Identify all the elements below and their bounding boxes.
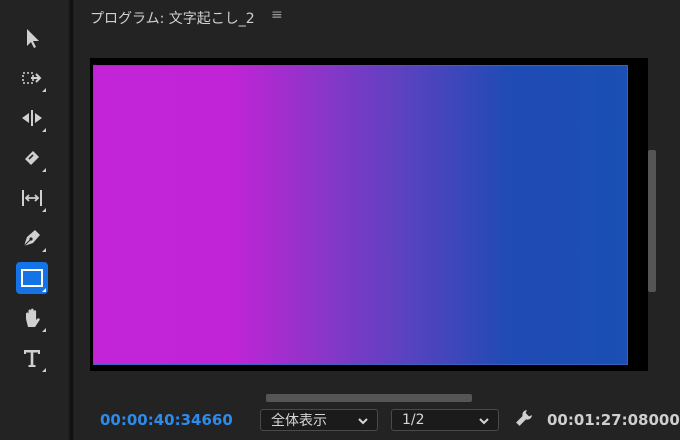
program-monitor-canvas[interactable] [90, 58, 648, 371]
hand-icon [26, 308, 40, 327]
wrench-settings-icon[interactable] [514, 408, 534, 428]
ripple-edit-tool-button[interactable] [16, 102, 48, 134]
rectangle-icon [21, 269, 43, 287]
slip-tool-button[interactable] [16, 182, 48, 214]
type-icon [24, 350, 40, 367]
razor-tool-button[interactable] [16, 142, 48, 174]
pen-icon [23, 230, 40, 247]
panel-menu-icon[interactable]: ≡ [271, 7, 283, 23]
chevron-down-icon [358, 418, 368, 425]
selection-tool-button[interactable] [16, 22, 48, 54]
track-select-tool-button[interactable] [16, 62, 48, 94]
track-select-icon [22, 72, 42, 84]
arrow-icon [27, 29, 39, 48]
pen-tool-button[interactable] [16, 222, 48, 254]
zoom-level-value: 全体表示 [271, 413, 327, 429]
horizontal-scrollbar[interactable] [266, 394, 472, 402]
rectangle-tool-button[interactable] [16, 262, 48, 294]
chevron-down-icon [479, 418, 489, 425]
hand-tool-button[interactable] [16, 302, 48, 334]
panel-divider[interactable] [70, 0, 73, 440]
program-monitor-panel: プログラム: 文字起こし_2 ≡ 00:00:40:34660 全体表示 1/2… [74, 0, 680, 440]
playback-resolution-value: 1/2 [402, 412, 425, 428]
vertical-scrollbar[interactable] [648, 150, 656, 292]
zoom-level-select[interactable]: 全体表示 [260, 409, 378, 431]
slip-icon [22, 190, 42, 206]
razor-icon [25, 151, 39, 165]
duration-timecode: 00:01:27:08000 [547, 411, 680, 429]
playback-resolution-select[interactable]: 1/2 [391, 409, 499, 431]
panel-title[interactable]: プログラム: 文字起こし_2 [90, 8, 255, 28]
type-tool-button[interactable] [16, 342, 48, 374]
video-frame[interactable] [93, 65, 628, 365]
tools-panel [0, 0, 68, 440]
current-timecode[interactable]: 00:00:40:34660 [100, 411, 233, 429]
ripple-edit-icon [22, 110, 42, 126]
